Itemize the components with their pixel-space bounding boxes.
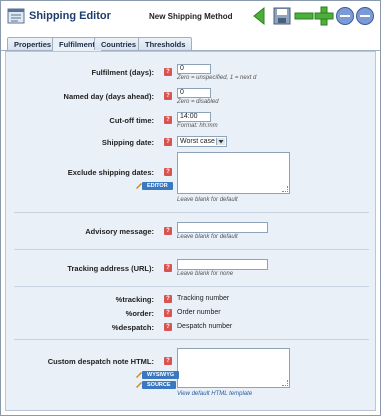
exclude-dates-label: Exclude shipping dates: — [67, 168, 154, 177]
help-icon[interactable]: ? — [164, 227, 172, 235]
window-subtitle: New Shipping Method — [149, 12, 233, 21]
tab-bar: Properties Fulfilment Countries Threshol… — [1, 35, 380, 51]
cutoff-time-hint: Format: hh:mm — [177, 123, 218, 129]
help-icon[interactable]: ? — [164, 295, 172, 303]
resize-grip-icon[interactable] — [282, 186, 288, 192]
help-icon[interactable]: ? — [164, 92, 172, 100]
editor-button[interactable]: EDITOR — [142, 182, 173, 190]
named-day-label: Named day (days ahead): — [63, 92, 154, 101]
cutoff-time-input[interactable] — [177, 112, 211, 122]
tab-countries[interactable]: Countries — [94, 37, 144, 50]
help-icon[interactable]: ? — [164, 138, 172, 146]
divider — [14, 286, 369, 287]
named-day-hint: Zero = disabled — [177, 99, 219, 105]
prev-icon[interactable] — [335, 6, 355, 26]
fulfilment-panel: Fulfilment (days): ? Zero = unspecified,… — [5, 51, 376, 411]
fulfilment-days-input[interactable] — [177, 64, 211, 74]
shipping-date-label: Shipping date: — [101, 138, 154, 147]
shipping-editor-window: Shipping Editor New Shipping Method Prop… — [0, 0, 381, 416]
tab-properties[interactable]: Properties — [7, 37, 59, 50]
help-icon[interactable]: ? — [164, 264, 172, 272]
order-variable-value: Order number — [177, 309, 221, 316]
advisory-message-input[interactable] — [177, 222, 268, 233]
source-button[interactable]: SOURCE — [142, 381, 176, 389]
divider — [14, 249, 369, 250]
fulfilment-days-hint: Zero = unspecified, 1 = next d — [177, 75, 257, 81]
fulfilment-days-label: Fulfilment (days): — [91, 68, 154, 77]
remove-icon[interactable] — [294, 6, 314, 26]
app-window-icon — [7, 8, 25, 24]
exclude-dates-hint: Leave blank for default — [177, 197, 238, 203]
divider — [14, 339, 369, 340]
chevron-down-icon — [216, 138, 225, 145]
tab-thresholds[interactable]: Thresholds — [138, 37, 193, 50]
help-icon[interactable]: ? — [164, 168, 172, 176]
next-icon[interactable] — [355, 6, 375, 26]
resize-grip-icon[interactable] — [282, 380, 288, 386]
despatch-note-label: Custom despatch note HTML: — [47, 357, 154, 366]
advisory-message-hint: Leave blank for default — [177, 234, 238, 240]
window-title: Shipping Editor — [29, 10, 111, 22]
tracking-url-label: Tracking address (URL): — [67, 264, 154, 273]
despatch-variable-value: Despatch number — [177, 323, 233, 330]
default-template-link[interactable]: View default HTML template — [177, 391, 252, 397]
add-icon[interactable] — [314, 6, 334, 26]
order-variable-label: %order: — [125, 309, 154, 318]
save-icon[interactable] — [272, 6, 292, 26]
divider — [14, 212, 369, 213]
help-icon[interactable]: ? — [164, 357, 172, 365]
back-arrow-icon[interactable] — [252, 6, 272, 26]
help-icon[interactable]: ? — [164, 309, 172, 317]
help-icon[interactable]: ? — [164, 68, 172, 76]
cutoff-time-label: Cut-off time: — [109, 116, 154, 125]
title-bar: Shipping Editor New Shipping Method — [1, 1, 380, 35]
despatch-note-textarea[interactable] — [177, 348, 290, 388]
tracking-variable-label: %tracking: — [115, 295, 154, 304]
help-icon[interactable]: ? — [164, 323, 172, 331]
tracking-url-input[interactable] — [177, 259, 268, 270]
wysiwyg-button[interactable]: WYSIWYG — [142, 371, 180, 379]
named-day-input[interactable] — [177, 88, 211, 98]
tracking-variable-value: Tracking number — [177, 295, 230, 302]
help-icon[interactable]: ? — [164, 116, 172, 124]
exclude-dates-textarea[interactable] — [177, 152, 290, 194]
shipping-date-select[interactable]: Worst case — [177, 136, 227, 147]
advisory-message-label: Advisory message: — [85, 227, 154, 236]
despatch-variable-label: %despatch: — [111, 323, 154, 332]
tracking-url-hint: Leave blank for none — [177, 271, 234, 277]
shipping-date-value: Worst case — [180, 138, 215, 145]
